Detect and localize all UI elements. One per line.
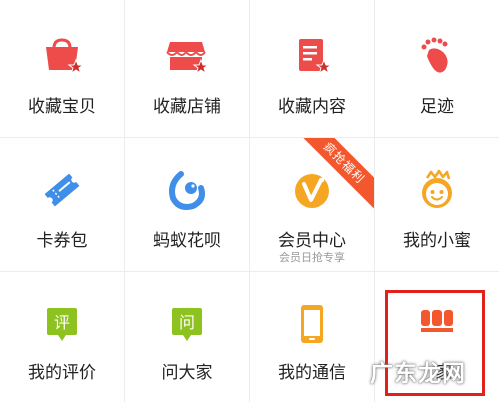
grid-item-label: 会员中心 xyxy=(278,231,346,251)
sofa-icon xyxy=(415,302,459,346)
grid-item-label: 我的通信 xyxy=(278,363,346,383)
xiaomi-face-icon xyxy=(415,168,459,212)
grid-item-label: 我的小蜜 xyxy=(403,231,471,251)
ask-bubble-icon: 问 xyxy=(165,302,209,346)
huabei-icon xyxy=(165,168,209,212)
grid-item-favorite-stores[interactable]: 收藏店铺 xyxy=(125,0,250,138)
svg-text:评: 评 xyxy=(54,313,70,332)
grid-item-favorite-items[interactable]: 收藏宝贝 xyxy=(0,0,125,138)
grid-item-label: 收藏内容 xyxy=(278,97,346,117)
watermark-text: 广东龙网 xyxy=(370,361,466,387)
grid-item-favorite-content[interactable]: 收藏内容 xyxy=(250,0,375,138)
doc-star-icon xyxy=(290,34,334,78)
bag-star-icon xyxy=(40,34,84,78)
grid-item-my-telecom[interactable]: 我的通信 xyxy=(250,272,375,402)
grid-item-label: 卡券包 xyxy=(36,231,88,251)
grid-item-label: 足迹 xyxy=(420,97,454,117)
footprint-icon xyxy=(415,34,459,78)
svg-text:问: 问 xyxy=(179,313,195,332)
feature-grid: 收藏宝贝 收藏店铺 收藏内容 足迹 卡券包 蚂蚁花呗 疯抢福利 会员中心 会员日… xyxy=(0,0,499,402)
grid-item-my-assistant[interactable]: 我的小蜜 xyxy=(375,138,499,272)
grid-item-huabei[interactable]: 蚂蚁花呗 xyxy=(125,138,250,272)
grid-item-label: 问大家 xyxy=(161,363,213,383)
ticket-icon xyxy=(40,168,84,212)
grid-item-sublabel: 会员日抢专享 xyxy=(279,251,345,264)
review-bubble-icon: 评 xyxy=(40,302,84,346)
grid-item-label: 收藏宝贝 xyxy=(28,97,96,117)
grid-item-label: 收藏店铺 xyxy=(153,97,221,117)
grid-item-label: 我的评价 xyxy=(28,363,96,383)
grid-item-my-reviews[interactable]: 评 我的评价 xyxy=(0,272,125,402)
grid-item-footprint[interactable]: 足迹 xyxy=(375,0,499,138)
grid-item-coupons[interactable]: 卡券包 xyxy=(0,138,125,272)
phone-icon xyxy=(290,302,334,346)
grid-item-member-center[interactable]: 疯抢福利 会员中心 会员日抢专享 xyxy=(250,138,375,272)
store-star-icon xyxy=(165,34,209,78)
vip-icon xyxy=(290,168,334,212)
grid-item-ask-everyone[interactable]: 问 问大家 xyxy=(125,272,250,402)
grid-item-label: 蚂蚁花呗 xyxy=(153,231,221,251)
